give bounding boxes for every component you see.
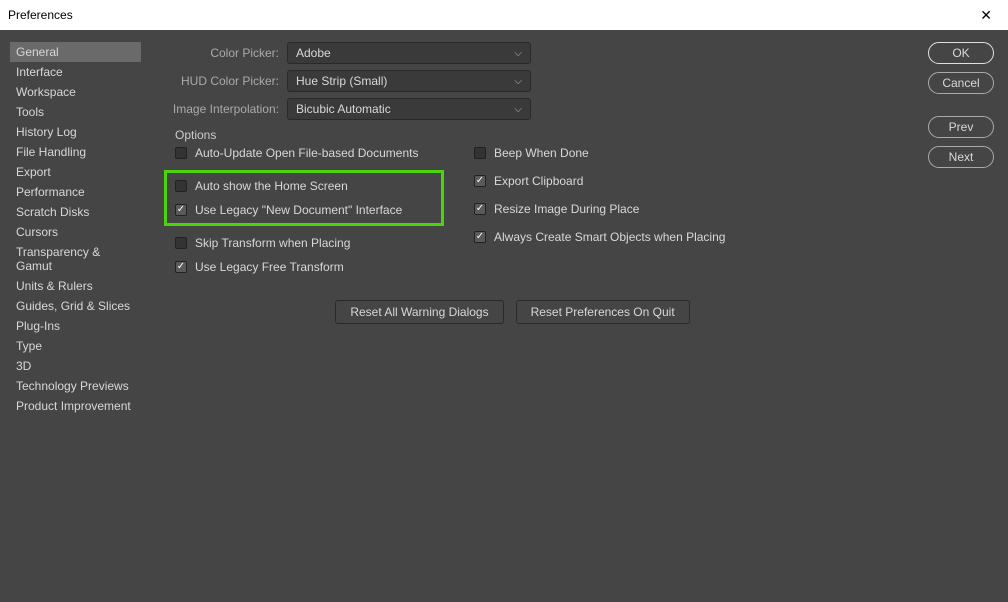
sidebar-item-tools[interactable]: Tools — [10, 102, 141, 122]
sidebar-item-units-rulers[interactable]: Units & Rulers — [10, 276, 141, 296]
sidebar-item-general[interactable]: General — [10, 42, 141, 62]
checkbox-icon — [175, 204, 187, 216]
reset-warnings-button[interactable]: Reset All Warning Dialogs — [335, 300, 503, 324]
sidebar-item-workspace[interactable]: Workspace — [10, 82, 141, 102]
checkbox-icon — [175, 237, 187, 249]
window-title: Preferences — [8, 8, 73, 22]
color-picker-label: Color Picker: — [157, 46, 279, 60]
color-picker-select[interactable]: Adobe — [287, 42, 531, 64]
cancel-button[interactable]: Cancel — [928, 72, 994, 94]
sidebar-item-3d[interactable]: 3D — [10, 356, 141, 376]
sidebar-item-export[interactable]: Export — [10, 162, 141, 182]
sidebar-item-history-log[interactable]: History Log — [10, 122, 141, 142]
checkbox-icon — [175, 180, 187, 192]
checkbox-icon — [175, 147, 187, 159]
highlight-box: Auto show the Home Screen Use Legacy "Ne… — [164, 170, 444, 226]
sidebar-item-guides-grid-slices[interactable]: Guides, Grid & Slices — [10, 296, 141, 316]
sidebar-item-technology-previews[interactable]: Technology Previews — [10, 376, 141, 396]
checkbox-icon — [474, 203, 486, 215]
checkbox-export-clipboard[interactable]: Export Clipboard — [474, 174, 725, 188]
sidebar-item-plug-ins[interactable]: Plug-Ins — [10, 316, 141, 336]
hud-color-picker-select[interactable]: Hue Strip (Small) — [287, 70, 531, 92]
checkbox-always-smart-objects[interactable]: Always Create Smart Objects when Placing — [474, 230, 725, 244]
sidebar-item-product-improvement[interactable]: Product Improvement — [10, 396, 141, 416]
image-interpolation-label: Image Interpolation: — [157, 102, 279, 116]
next-button[interactable]: Next — [928, 146, 994, 168]
sidebar-item-file-handling[interactable]: File Handling — [10, 142, 141, 162]
sidebar: General Interface Workspace Tools Histor… — [10, 42, 141, 602]
options-col-right: Beep When Done Export Clipboard Resize I… — [474, 146, 725, 274]
hud-color-picker-label: HUD Color Picker: — [157, 74, 279, 88]
sidebar-item-cursors[interactable]: Cursors — [10, 222, 141, 242]
checkbox-auto-update[interactable]: Auto-Update Open File-based Documents — [175, 146, 444, 160]
checkbox-icon — [474, 231, 486, 243]
checkbox-resize-during-place[interactable]: Resize Image During Place — [474, 202, 725, 216]
ok-button[interactable]: OK — [928, 42, 994, 64]
content: General Interface Workspace Tools Histor… — [0, 30, 1008, 602]
image-interpolation-select[interactable]: Bicubic Automatic — [287, 98, 531, 120]
sidebar-item-transparency-gamut[interactable]: Transparency & Gamut — [10, 242, 141, 276]
checkbox-skip-transform[interactable]: Skip Transform when Placing — [175, 236, 444, 250]
main-panel: Color Picker: Adobe HUD Color Picker: Hu… — [141, 42, 928, 602]
sidebar-item-scratch-disks[interactable]: Scratch Disks — [10, 202, 141, 222]
sidebar-item-interface[interactable]: Interface — [10, 62, 141, 82]
checkbox-legacy-new-doc[interactable]: Use Legacy "New Document" Interface — [175, 203, 433, 217]
sidebar-item-type[interactable]: Type — [10, 336, 141, 356]
checkbox-auto-show-home[interactable]: Auto show the Home Screen — [175, 179, 433, 193]
titlebar: Preferences ✕ — [0, 0, 1008, 30]
reset-prefs-button[interactable]: Reset Preferences On Quit — [516, 300, 690, 324]
checkbox-icon — [474, 147, 486, 159]
sidebar-item-performance[interactable]: Performance — [10, 182, 141, 202]
checkbox-icon — [474, 175, 486, 187]
right-panel: OK Cancel Prev Next — [928, 42, 1008, 602]
checkbox-icon — [175, 261, 187, 273]
options-col-left: Auto-Update Open File-based Documents Au… — [175, 146, 444, 274]
options-legend: Options — [175, 128, 908, 142]
reset-row: Reset All Warning Dialogs Reset Preferen… — [157, 300, 908, 324]
checkbox-beep-done[interactable]: Beep When Done — [474, 146, 725, 160]
prev-button[interactable]: Prev — [928, 116, 994, 138]
checkbox-legacy-free-transform[interactable]: Use Legacy Free Transform — [175, 260, 444, 274]
close-icon[interactable]: ✕ — [972, 3, 1000, 28]
options-group: Options Auto-Update Open File-based Docu… — [175, 126, 908, 274]
